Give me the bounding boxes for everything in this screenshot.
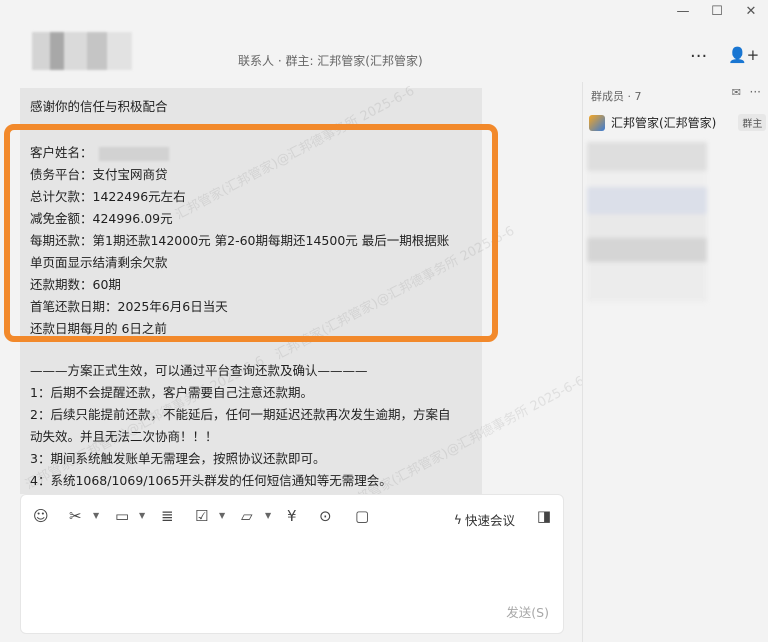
image-icon[interactable]: ▭ <box>115 507 129 525</box>
chevron-down-icon[interactable]: ▼ <box>139 511 145 520</box>
task-icon[interactable]: ☑ <box>195 507 208 525</box>
more-icon[interactable]: ··· <box>750 85 761 99</box>
lightning-icon: ϟ <box>453 512 462 527</box>
message-line: 总计欠款：1422496元左右 <box>30 189 186 204</box>
blurred-member-list <box>587 142 707 302</box>
more-options-icon[interactable]: ⊙ <box>319 507 332 525</box>
message-input-box[interactable]: ☺ ✂ ▼ ▭ ▼ ≣ ☑ ▼ ▱ ▼ ¥ ⊙ ▢ ϟ 快速会议 ◨ 发送(S) <box>20 494 564 634</box>
quick-meeting-button[interactable]: ϟ 快速会议 <box>454 510 515 529</box>
blurred-name <box>98 146 169 161</box>
chevron-down-icon[interactable]: ▼ <box>265 511 271 520</box>
maximize-button[interactable]: ☐ <box>700 0 734 22</box>
chevron-down-icon[interactable]: ▼ <box>219 511 225 520</box>
chat-title: 联系人 · 群主: 汇邦管家(汇邦管家) <box>238 54 423 68</box>
send-button[interactable]: 发送(S) <box>506 602 549 621</box>
members-count: 群成员 · 7 <box>591 90 642 103</box>
members-panel: 群成员 · 7 ✉ ··· 汇邦管家(汇邦管家) 群主 <box>582 82 768 642</box>
emoji-icon[interactable]: ☺ <box>33 507 49 525</box>
close-button[interactable]: ✕ <box>734 0 768 22</box>
add-member-icon[interactable]: 👤+ <box>728 46 759 64</box>
window-controls: — ☐ ✕ <box>666 0 768 22</box>
member-name: 汇邦管家(汇邦管家) <box>611 116 717 130</box>
comment-icon[interactable]: ▢ <box>355 507 369 525</box>
side-panel-icon[interactable]: ◨ <box>537 507 551 525</box>
member-item[interactable]: 汇邦管家(汇邦管家) 群主 <box>589 114 767 131</box>
message-line: 单页面显示结清剩余欠款 <box>30 255 168 270</box>
mail-icon[interactable]: ✉ <box>732 86 741 99</box>
input-toolbar: ☺ ✂ ▼ ▭ ▼ ≣ ☑ ▼ ▱ ▼ ¥ ⊙ ▢ ϟ 快速会议 ◨ <box>21 503 563 531</box>
minimize-button[interactable]: — <box>666 0 700 22</box>
document-icon[interactable]: ≣ <box>161 507 174 525</box>
message-line: 债务平台：支付宝网商贷 <box>30 167 168 182</box>
message-line: 减免金额：424996.09元 <box>30 211 173 226</box>
notice-line: 3：期间系统触发账单无需理会，按照协议还款即可。 <box>30 451 326 466</box>
member-avatar <box>589 114 605 131</box>
notice-line: 4：系统1068/1069/1065开头群发的任何短信通知等无需理会。 <box>30 473 392 488</box>
chat-header: 联系人 · 群主: 汇邦管家(汇邦管家) ··· 👤+ <box>0 22 768 82</box>
message-area[interactable]: 感谢你的信任与积极配合 客户姓名： 债务平台：支付宝网商贷 总计欠款：14224… <box>0 82 582 494</box>
payment-icon[interactable]: ¥ <box>287 507 297 525</box>
chevron-down-icon[interactable]: ▼ <box>93 511 99 520</box>
blurred-avatar <box>32 32 132 70</box>
message-line: 还款期数：60期 <box>30 277 121 292</box>
owner-badge: 群主 <box>738 114 767 131</box>
message-line: 客户姓名： <box>30 142 169 161</box>
message-intro: 感谢你的信任与积极配合 <box>30 99 168 114</box>
message-line: 首笔还款日期：2025年6月6日当天 <box>30 299 228 314</box>
more-icon[interactable]: ··· <box>690 46 707 67</box>
notice-line: 2：后续只能提前还款，不能延后，任何一期延迟还款再次发生逾期，方案自 <box>30 407 451 422</box>
notice-line: 动失效。并且无法二次协商！！！ <box>30 429 218 444</box>
notice-title: ———方案正式生效，可以通过平台查询还款及确认———— <box>30 363 368 378</box>
scissors-icon[interactable]: ✂ <box>69 507 82 525</box>
quick-meeting-label: 快速会议 <box>464 513 515 528</box>
folder-icon[interactable]: ▱ <box>241 507 253 525</box>
message-line: 每期还款：第1期还款142000元 第2-60期每期还14500元 最后一期根据… <box>30 233 450 248</box>
message-line: 还款日期每月的 6日之前 <box>30 321 167 336</box>
notice-line: 1：后期不会提醒还款，客户需要自己注意还款期。 <box>30 385 313 400</box>
